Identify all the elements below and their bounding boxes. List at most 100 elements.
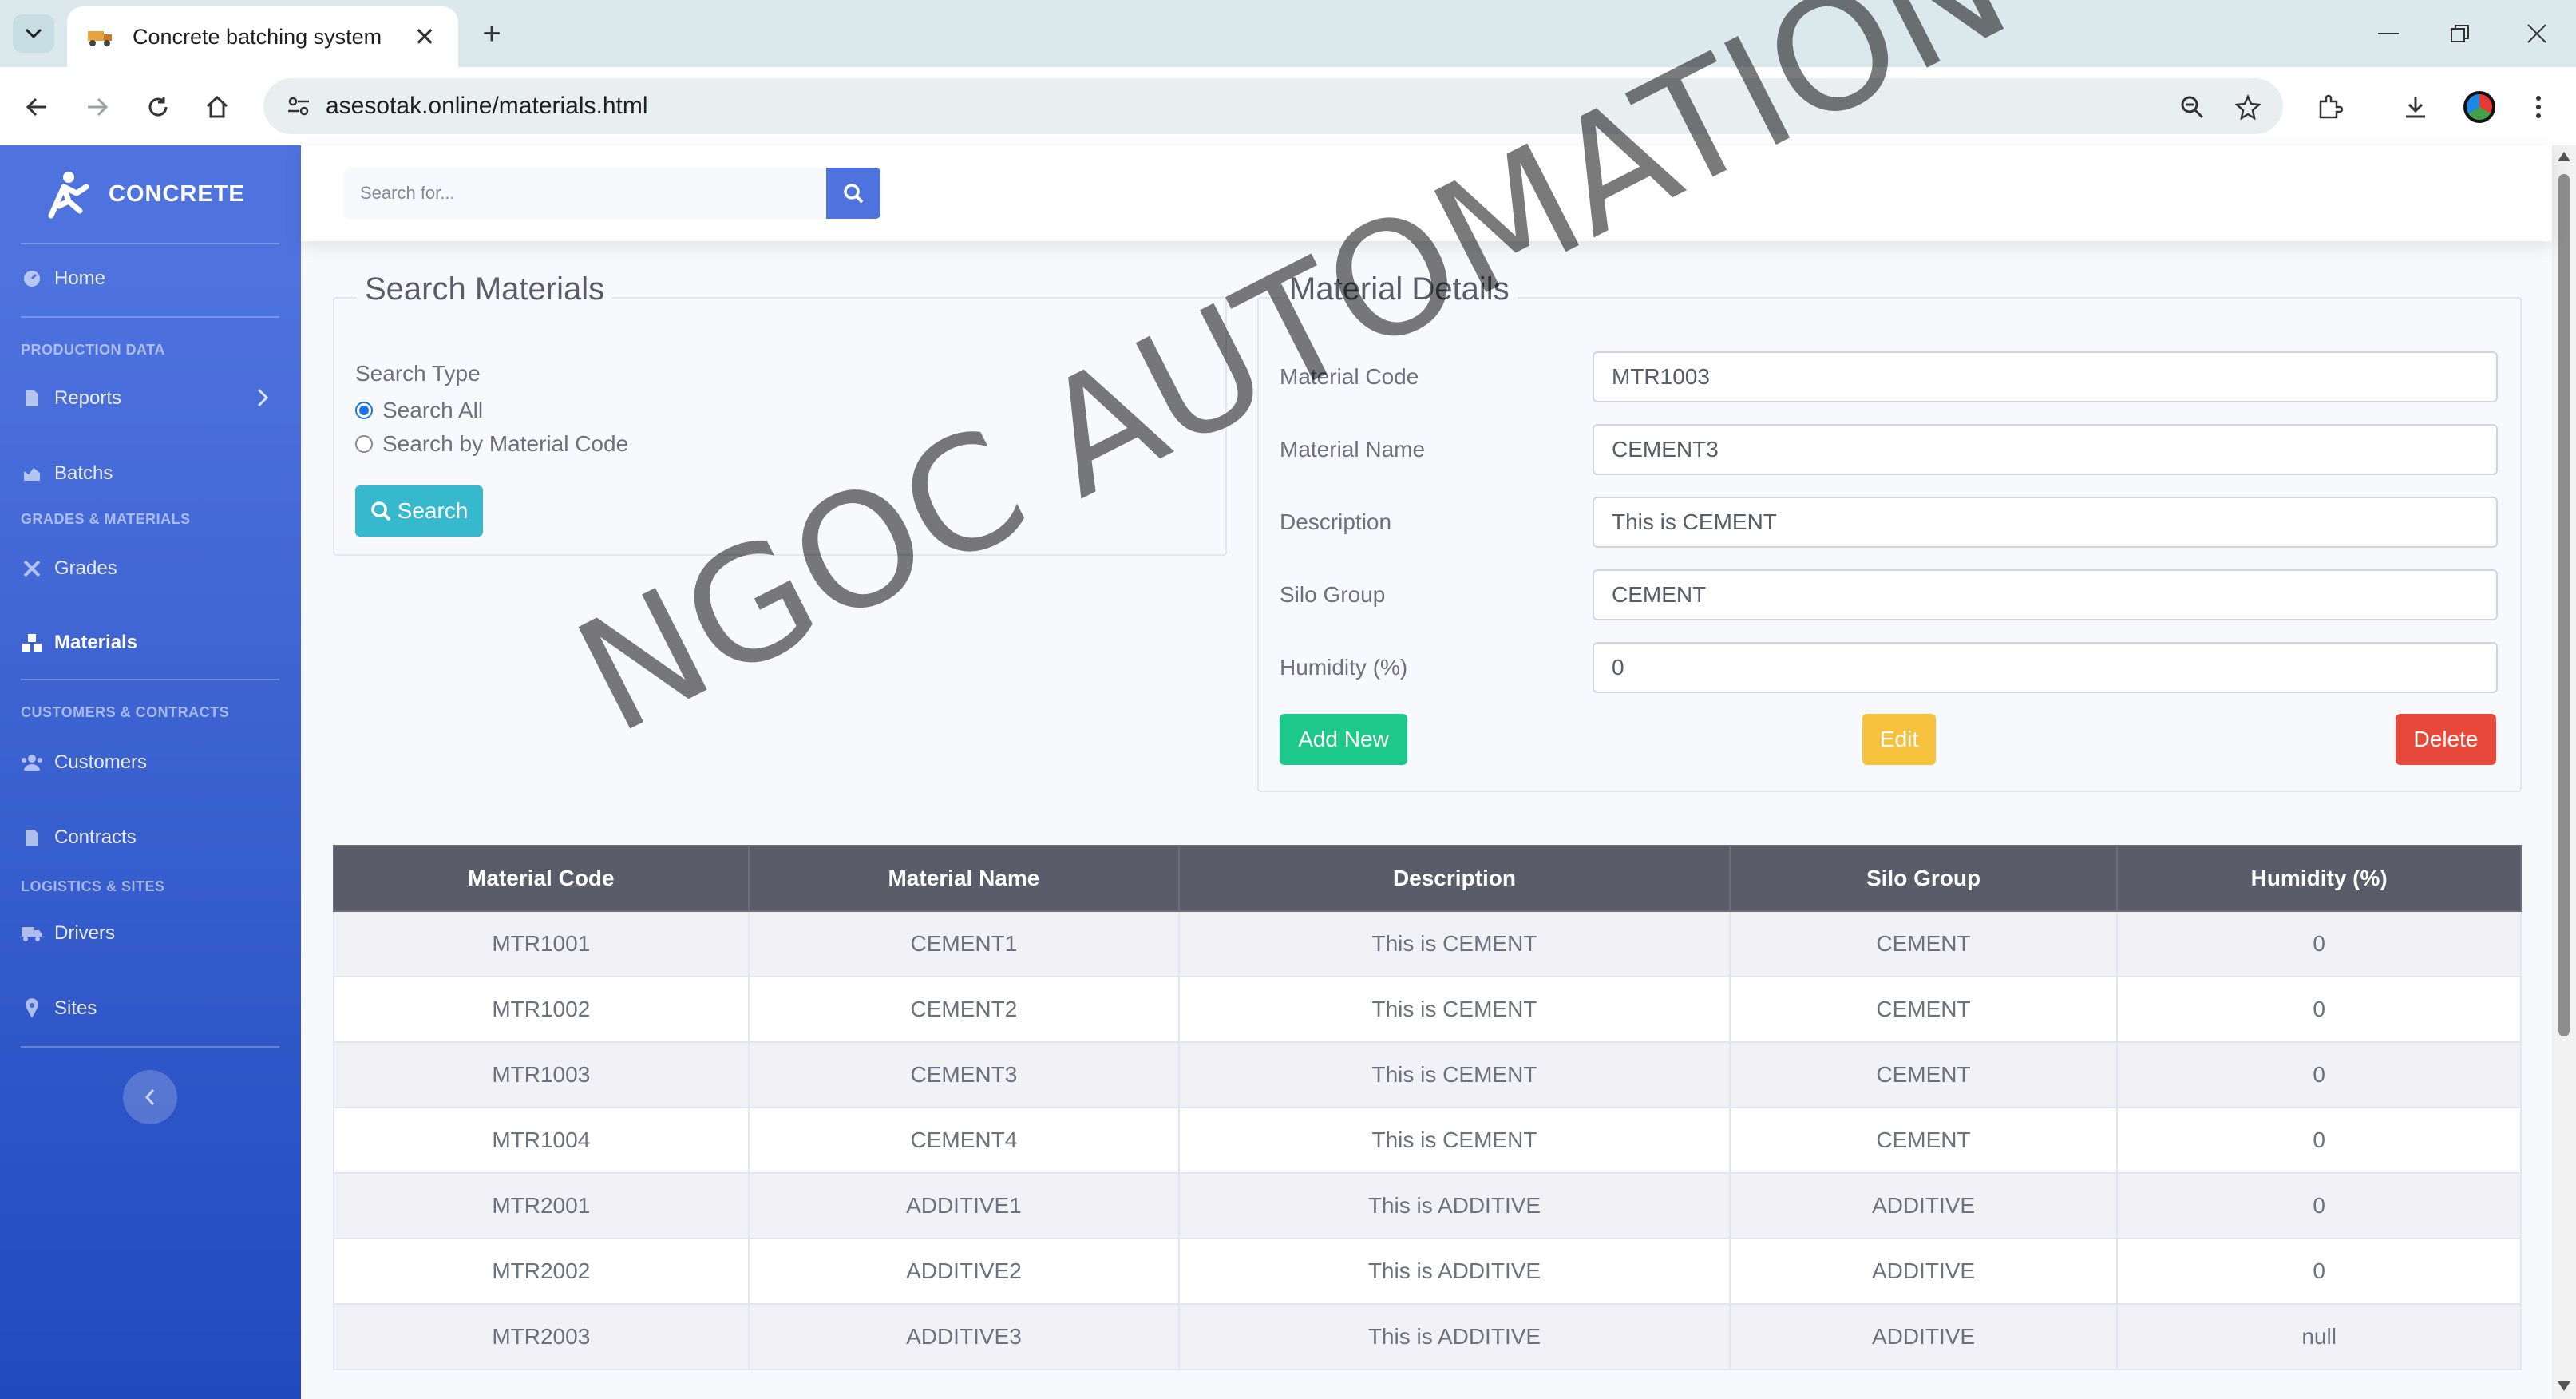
material-name-value: CEMENT3 (1612, 437, 1719, 462)
extensions-icon[interactable] (2307, 85, 2352, 129)
reload-button[interactable] (136, 85, 180, 129)
sidebar-item-label: Reports (54, 387, 122, 409)
sidebar: CONCRETE Home PRODUCTION DATA Reports Ba… (0, 145, 301, 1399)
table-row[interactable]: MTR2001 ADDITIVE1 This is ADDITIVE ADDITIVE… (333, 1173, 2522, 1239)
sidebar-item-grades[interactable]: Grades (21, 549, 279, 589)
sidebar-divider (21, 1046, 279, 1048)
material-code-value: MTR1003 (1612, 364, 1710, 389)
table-cell: This is ADDITIVE (1178, 1238, 1731, 1305)
table-cell: This is CEMENT (1178, 911, 1731, 977)
scroll-down-arrow-icon[interactable] (2558, 1381, 2570, 1391)
browser-tabbar: Concrete batching system ✕ + (0, 0, 2576, 67)
sidebar-item-sites[interactable]: Sites (21, 989, 279, 1028)
search-button-label: Search (397, 498, 469, 523)
material-name-field[interactable]: CEMENT3 (1593, 424, 2498, 475)
table-row[interactable]: MTR2002 ADDITIVE2 This is ADDITIVE ADDITIVE… (333, 1238, 2522, 1305)
humidity-field[interactable]: 0 (1593, 642, 2498, 693)
table-cell: ADDITIVE (1728, 1238, 2119, 1305)
radio-button[interactable] (355, 402, 373, 419)
humidity-label: Humidity (%) (1280, 655, 1408, 680)
sidebar-heading: CUSTOMERS & CONTRACTS (21, 704, 230, 720)
radio-button[interactable] (355, 435, 373, 453)
sidebar-toggle-button[interactable] (123, 1070, 177, 1124)
menu-kebab-icon[interactable] (2516, 85, 2561, 129)
home-button[interactable] (195, 85, 239, 129)
close-window-button[interactable] (2505, 11, 2569, 56)
table-cell: ADDITIVE2 (747, 1238, 1181, 1305)
sidebar-item-materials[interactable]: Materials (21, 623, 279, 663)
table-row[interactable]: MTR1002 CEMENT2 This is CEMENT CEMENT 0 (333, 977, 2522, 1043)
radio-search-by-code[interactable]: Search by Material Code (355, 431, 628, 457)
delete-button[interactable]: Delete (2396, 714, 2496, 765)
sidebar-item-home[interactable]: Home (21, 259, 279, 299)
bookmark-star-icon[interactable] (2226, 85, 2270, 129)
silo-group-field[interactable]: CEMENT (1593, 569, 2498, 620)
table-header-row: Material Code Material Name Description … (333, 845, 2522, 912)
add-new-button[interactable]: Add New (1280, 714, 1407, 765)
sidebar-item-label: Grades (54, 557, 117, 579)
scroll-up-arrow-icon[interactable] (2558, 152, 2570, 161)
scrollbar-thumb[interactable] (2558, 174, 2570, 1036)
column-header[interactable]: Silo Group (1728, 845, 2119, 912)
cubes-icon (21, 632, 43, 654)
brand[interactable]: CONCRETE (45, 168, 245, 220)
sidebar-item-batchs[interactable]: Batchs (21, 454, 279, 493)
column-header[interactable]: Description (1178, 845, 1731, 912)
zoom-icon[interactable] (2170, 85, 2214, 129)
browser-tab[interactable]: Concrete batching system ✕ (67, 6, 458, 67)
page-scrollbar[interactable] (2552, 145, 2576, 1399)
tab-title: Concrete batching system (133, 24, 382, 49)
table-cell: This is CEMENT (1178, 1108, 1731, 1174)
description-field[interactable]: This is CEMENT (1593, 497, 2498, 548)
sidebar-item-label: Drivers (54, 922, 115, 944)
sidebar-divider (21, 316, 279, 318)
topbar-search-input[interactable]: Search for... (344, 168, 839, 219)
column-header[interactable]: Material Code (333, 845, 750, 912)
tab-search-button[interactable] (13, 14, 54, 53)
forward-button[interactable] (75, 85, 120, 129)
table-row[interactable]: MTR2003 ADDITIVE3 This is ADDITIVE ADDITIVE… (333, 1304, 2522, 1370)
sidebar-heading: PRODUCTION DATA (21, 342, 165, 358)
column-header[interactable]: Humidity (%) (2116, 845, 2522, 912)
chevron-right-icon (257, 388, 269, 413)
table-cell: CEMENT4 (747, 1108, 1181, 1174)
minimize-button[interactable] (2356, 11, 2420, 56)
map-marker-icon (21, 997, 43, 1020)
sidebar-item-reports[interactable]: Reports (21, 378, 279, 418)
sidebar-item-customers[interactable]: Customers (21, 743, 279, 783)
tab-close-icon[interactable]: ✕ (410, 22, 439, 52)
back-button[interactable] (14, 85, 59, 129)
main-content: Search Materials Search Type Search All … (301, 241, 2552, 1399)
reload-icon (148, 97, 168, 117)
site-info-icon[interactable] (275, 78, 322, 134)
download-icon[interactable] (2393, 85, 2438, 129)
column-header[interactable]: Material Name (747, 845, 1181, 912)
table-cell: CEMENT (1728, 911, 2119, 977)
search-button[interactable]: Search (355, 485, 483, 537)
edit-button[interactable]: Edit (1862, 714, 1936, 765)
table-cell: MTR2001 (333, 1173, 750, 1239)
table-cell: 0 (2116, 911, 2522, 977)
sidebar-item-contracts[interactable]: Contracts (21, 818, 279, 858)
table-cell: ADDITIVE1 (747, 1173, 1181, 1239)
radio-search-all[interactable]: Search All (355, 398, 483, 423)
chevron-left-icon (144, 1089, 155, 1105)
materials-table: Material Code Material Name Description … (333, 845, 2522, 1370)
sidebar-item-drivers[interactable]: Drivers (21, 914, 279, 953)
table-row[interactable]: MTR1003 CEMENT3 This is CEMENT CEMENT 0 (333, 1042, 2522, 1108)
description-label: Description (1280, 509, 1392, 534)
table-row[interactable]: MTR1001 CEMENT1 This is CEMENT CEMENT 0 (333, 911, 2522, 977)
table-cell: 0 (2116, 1108, 2522, 1174)
material-code-field[interactable]: MTR1003 (1593, 351, 2498, 402)
new-tab-button[interactable]: + (473, 13, 511, 54)
table-row[interactable]: MTR1004 CEMENT4 This is CEMENT CEMENT 0 (333, 1108, 2522, 1174)
url-text: asesotak.online/materials.html (326, 93, 648, 119)
topbar-search-button[interactable] (826, 168, 880, 219)
profile-avatar[interactable] (2457, 85, 2502, 129)
address-bar[interactable]: asesotak.online/materials.html (263, 78, 2283, 134)
restore-button[interactable] (2428, 11, 2492, 56)
minimize-icon (2378, 33, 2399, 34)
sidebar-divider (21, 679, 279, 680)
material-name-label: Material Name (1280, 437, 1426, 462)
table-cell: ADDITIVE (1728, 1304, 2119, 1370)
